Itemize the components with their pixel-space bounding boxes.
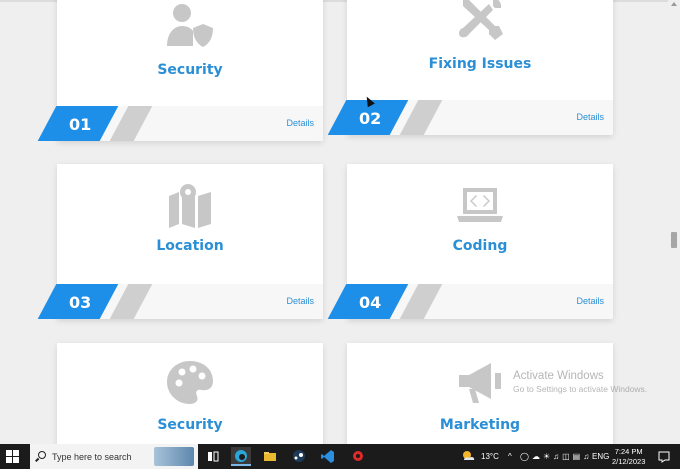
service-card-security[interactable]: Security 01 Details	[37, 0, 323, 141]
clock-date: 2/12/2023	[612, 457, 646, 466]
footer-stripe	[109, 106, 153, 141]
service-number: 04	[359, 293, 382, 312]
laptop-code-icon	[455, 182, 505, 228]
service-card-security-2[interactable]: Security	[57, 343, 323, 444]
windows-taskbar: Type here to search 13°C ^ ◯☁☀♫◫▤♫ ENG 7…	[0, 444, 680, 469]
details-link[interactable]: Details	[576, 112, 604, 122]
service-number-badge: 03	[37, 284, 119, 319]
service-number-badge: 04	[327, 284, 409, 319]
notification-icon[interactable]	[654, 447, 674, 466]
weather-icon[interactable]	[458, 447, 478, 466]
page-scrollbar[interactable]	[668, 0, 680, 444]
service-title: Security	[157, 417, 223, 433]
map-marker-icon	[165, 182, 215, 228]
service-title: Coding	[452, 238, 508, 254]
footer-stripe	[399, 100, 443, 135]
weather-temperature[interactable]: 13°C	[481, 452, 499, 461]
watermark-subtitle: Go to Settings to activate Windows.	[513, 384, 648, 394]
activate-windows-watermark: Activate Windows Go to Settings to activ…	[513, 370, 647, 394]
search-placeholder: Type here to search	[52, 452, 132, 462]
megaphone-icon	[455, 359, 505, 405]
service-title: Fixing Issues	[428, 56, 532, 72]
service-card-coding[interactable]: Coding 04 Details	[327, 164, 613, 319]
tools-icon	[455, 0, 505, 42]
windows-start-icon[interactable]	[6, 450, 19, 463]
palette-icon	[165, 359, 215, 405]
details-link[interactable]: Details	[576, 296, 604, 306]
service-number: 02	[359, 109, 382, 128]
tray-expand-icon[interactable]: ^	[508, 452, 512, 461]
details-link[interactable]: Details	[286, 296, 314, 306]
card-footer: 01 Details	[37, 106, 323, 141]
recorder-icon[interactable]	[348, 447, 368, 466]
file-explorer-icon[interactable]	[260, 447, 280, 466]
vscode-icon[interactable]	[318, 447, 338, 466]
user-shield-icon	[165, 2, 215, 48]
search-highlight-image	[154, 447, 194, 466]
taskbar-search-box[interactable]: Type here to search	[30, 444, 198, 469]
card-footer: 03 Details	[37, 284, 323, 319]
search-icon	[38, 451, 46, 459]
service-card-location[interactable]: Location 03 Details	[37, 164, 323, 319]
service-number-badge: 01	[37, 106, 119, 141]
edge-browser-icon[interactable]	[231, 447, 251, 466]
footer-stripe	[399, 284, 443, 319]
scroll-up-arrow-icon[interactable]	[671, 2, 677, 6]
service-card-fixing-issues[interactable]: Fixing Issues 02 Details	[327, 0, 613, 135]
service-title: Location	[156, 238, 224, 254]
card-footer: 04 Details	[327, 284, 613, 319]
service-number-badge: 02	[327, 100, 409, 135]
taskbar-clock[interactable]: 7:24 PM 2/12/2023	[612, 447, 645, 467]
footer-stripe	[109, 284, 153, 319]
browser-viewport: Security 01 Details Fixing Issues 02 Det…	[0, 0, 680, 444]
service-number: 03	[69, 293, 92, 312]
scrollbar-thumb[interactable]	[671, 232, 677, 248]
tray-icons[interactable]: ◯☁☀♫◫▤♫	[520, 452, 592, 461]
service-title: Security	[157, 62, 223, 78]
details-link[interactable]: Details	[286, 118, 314, 128]
service-number: 01	[69, 115, 92, 134]
language-indicator[interactable]: ENG	[592, 452, 609, 461]
service-title: Marketing	[439, 417, 521, 433]
watermark-title: Activate Windows	[513, 370, 604, 382]
clock-time: 7:24 PM	[614, 447, 643, 456]
steam-icon[interactable]	[289, 447, 309, 466]
card-footer: 02 Details	[327, 100, 613, 135]
task-view-icon[interactable]	[203, 447, 223, 466]
